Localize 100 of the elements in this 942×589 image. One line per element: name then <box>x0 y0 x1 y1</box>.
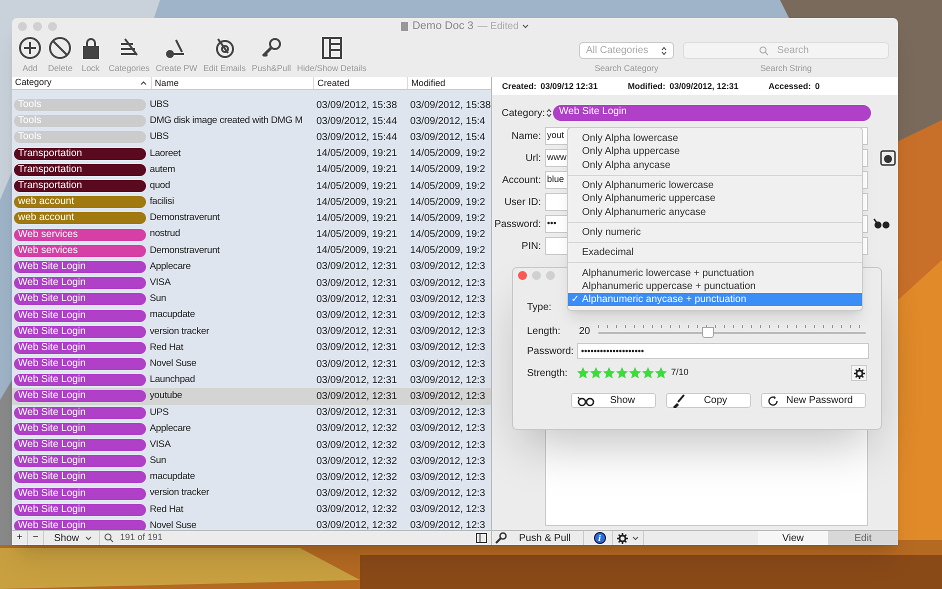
search-string-caption: Search String <box>760 62 812 75</box>
table-cell-text: DMG disk image created with DMG M <box>150 114 304 128</box>
settings-button[interactable] <box>851 365 867 381</box>
menu-item[interactable]: Only Alpha anycase <box>568 158 862 172</box>
table-row[interactable]: Web Site Login Red Hat 03/09/2012, 12:31 03/09/2012, 12:3 <box>12 340 491 356</box>
category-tag: Web Site Login <box>14 504 146 516</box>
column-header[interactable]: Created <box>314 77 408 89</box>
table-row[interactable]: Web Site Login Novel Suse 03/09/2012, 12:31 03/09/2012, 12:3 <box>12 356 491 372</box>
table-row[interactable]: Web Site Login Sun 03/09/2012, 12:31 03/09/2012, 12:3 <box>12 291 491 308</box>
password-field[interactable]: •••••••••••••••••••• <box>577 343 869 359</box>
table-cell-text: 03/09/2012, 12:3 <box>410 276 486 291</box>
star-icon <box>577 367 589 379</box>
view-tab[interactable]: View <box>758 531 828 545</box>
menu-item[interactable]: Only Alphanumeric anycase <box>568 205 862 219</box>
table-cell-text: 03/09/2012, 12:32 <box>316 470 398 485</box>
search-icon <box>104 533 114 543</box>
table-cell-text: 03/09/2012, 12:31 <box>316 325 398 340</box>
sidebar-icon[interactable] <box>476 533 487 543</box>
menu-item[interactable]: Alphanumeric lowercase + punctuation <box>568 266 862 280</box>
table-row[interactable]: Transportation Laoreet 14/05/2009, 19:21 14/05/2009, 19:2 <box>12 146 491 162</box>
table-row[interactable]: Web Site Login version tracker 03/09/2012, 12:31 03/09/2012, 12:3 <box>12 324 491 340</box>
table-row[interactable]: Web services Demonstraverunt 14/05/2009, 19:21 14/05/2009, 19:2 <box>12 242 491 259</box>
show-dropdown[interactable]: Show <box>44 530 100 545</box>
menu-item[interactable]: Only Alpha uppercase <box>568 145 862 159</box>
category-tag[interactable]: Web Site Login <box>553 105 871 121</box>
push-pull-button[interactable]: Push & Pull <box>507 530 584 545</box>
table-cell-text: 03/09/2012, 12:31 <box>316 276 398 291</box>
table-cell-text: 03/09/2012, 12:3 <box>410 390 486 404</box>
table-row[interactable]: Transportation quod 14/05/2009, 19:21 14/05/2009, 19:2 <box>12 178 491 194</box>
category-tag: Web Site Login <box>14 374 146 386</box>
column-header[interactable]: Category <box>12 77 152 89</box>
category-tag: Web Site Login <box>14 488 146 500</box>
info-icon[interactable]: i <box>594 532 606 544</box>
table-row[interactable]: Web Site Login UPS 03/09/2012, 12:31 03/09/2012, 12:3 <box>12 404 491 421</box>
dialog-button[interactable]: New Password <box>761 393 866 408</box>
glasses-icon[interactable] <box>873 218 891 230</box>
gear-icon <box>616 532 628 544</box>
table-row[interactable]: Web Site Login version tracker 03/09/2012, 12:32 03/09/2012, 12:3 <box>12 486 491 502</box>
category-tag: Web Site Login <box>14 406 146 419</box>
strength-score: 7/10 <box>671 366 689 380</box>
table-row[interactable]: Web Site Login macupdate 03/09/2012, 12:31 03/09/2012, 12:3 <box>12 307 491 324</box>
field-label: User ID: <box>503 196 541 210</box>
table-cell-text: 03/09/2012, 12:3 <box>410 309 486 324</box>
table-row[interactable]: Web Site Login Launchpad 03/09/2012, 12:31 03/09/2012, 12:3 <box>12 372 491 388</box>
add-button[interactable]: + <box>12 531 28 545</box>
menu-item[interactable]: Only Alpha lowercase <box>568 132 862 146</box>
table-row[interactable]: Web Site Login Applecare 03/09/2012, 12:31 03/09/2012, 12:3 <box>12 258 491 276</box>
table-cell-text: 03/09/2012, 12:3 <box>410 438 486 453</box>
slider-thumb[interactable] <box>702 327 714 338</box>
category-tag: Web services <box>14 228 146 241</box>
table-row[interactable]: Web Site Login Sun 03/09/2012, 12:32 03/09/2012, 12:3 <box>12 453 491 470</box>
document-icon <box>401 22 408 30</box>
table-cell-text: Novel Suse <box>150 356 198 371</box>
table-cell-text: 14/05/2009, 19:2 <box>410 180 486 194</box>
table-cell-text: UBS <box>150 130 170 144</box>
settings-menu-button[interactable] <box>612 531 644 545</box>
table-cell-text: 14/05/2009, 19:21 <box>316 180 398 194</box>
field-label: Password: <box>493 218 541 232</box>
table-cell-text: 03/09/2012, 12:3 <box>410 260 486 274</box>
table-cell-text: 03/09/2012, 12:32 <box>316 422 398 436</box>
table-row[interactable]: Web services nostrud 14/05/2009, 19:21 14/05/2009, 19:2 <box>12 226 491 243</box>
close-button[interactable] <box>518 271 527 280</box>
remove-button[interactable]: − <box>28 531 44 545</box>
table-row[interactable]: Web Site Login VISA 03/09/2012, 12:31 03/09/2012, 12:3 <box>12 275 491 292</box>
table-cell-text: UBS <box>150 98 170 112</box>
table-cell-text: Applecare <box>150 422 192 436</box>
star-icon <box>603 367 615 379</box>
table-cell-text: 03/09/2012, 12:3 <box>410 422 486 436</box>
category-tag: web account <box>14 196 146 208</box>
table-row[interactable]: web account Demonstraverunt 14/05/2009, 19:21 14/05/2009, 19:2 <box>12 210 491 226</box>
info-label: Modified: <box>628 80 666 92</box>
table-row[interactable]: web account facilisi 14/05/2009, 19:21 14/05/2009, 19:2 <box>12 194 491 210</box>
table-cell-text: 03/09/2012, 12:32 <box>316 438 398 453</box>
table-row[interactable]: Transportation autem 14/05/2009, 19:21 14/05/2009, 19:2 <box>12 162 491 178</box>
menu-item[interactable]: Alphanumeric uppercase + punctuation <box>568 280 862 293</box>
table-row[interactable]: Web Site Login Red Hat 03/09/2012, 12:32 03/09/2012, 12:3 <box>12 502 491 518</box>
category-stepper[interactable] <box>546 108 552 118</box>
menu-item[interactable]: Only Alphanumeric uppercase <box>568 192 862 206</box>
menu-item[interactable]: Only numeric <box>568 226 862 240</box>
dialog-button[interactable]: Copy <box>666 393 751 408</box>
table-row[interactable]: Web Site Login VISA 03/09/2012, 12:32 03/09/2012, 12:3 <box>12 436 491 454</box>
menu-item[interactable]: Exadecimal <box>568 246 862 260</box>
column-header[interactable]: Modified <box>408 77 491 89</box>
search-field[interactable]: Search <box>683 42 889 59</box>
table-cell-text: 03/09/2012, 15:4 <box>410 114 486 129</box>
table-row[interactable]: Web Site Login macupdate 03/09/2012, 12:32 03/09/2012, 12:3 <box>12 469 491 486</box>
table-cell-text: 03/09/2012, 15:44 <box>316 114 398 129</box>
length-slider[interactable] <box>598 324 866 338</box>
table-cell-text: 03/09/2012, 12:3 <box>410 341 486 356</box>
view-tab[interactable]: Edit <box>828 531 898 545</box>
table-cell-text: 14/05/2009, 19:2 <box>410 147 486 162</box>
table-row[interactable]: Web Site Login youtube 03/09/2012, 12:31 03/09/2012, 12:3 <box>12 388 491 405</box>
column-header[interactable]: Name <box>152 77 314 89</box>
browser-icon[interactable] <box>880 150 896 166</box>
table-cell-text: 14/05/2009, 19:21 <box>316 228 398 242</box>
key-icon[interactable] <box>495 532 507 544</box>
menu-item[interactable]: Only Alphanumeric lowercase <box>568 178 862 192</box>
dialog-button[interactable]: Show <box>571 393 656 408</box>
table-row[interactable]: Web Site Login Applecare 03/09/2012, 12:32 03/09/2012, 12:3 <box>12 420 491 437</box>
table-cell-text: 14/05/2009, 19:2 <box>410 228 486 242</box>
